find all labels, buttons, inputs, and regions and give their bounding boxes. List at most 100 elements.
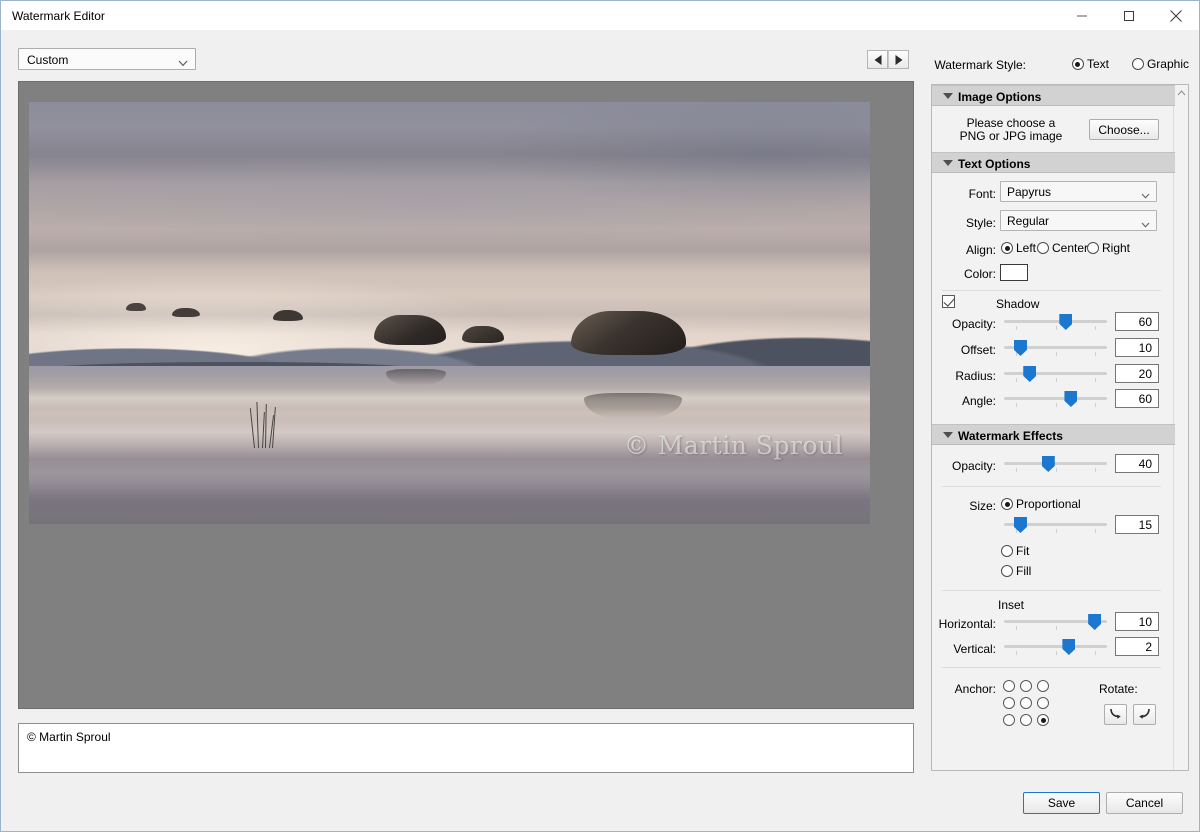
shadow-angle-value[interactable]: 60 [1115, 389, 1159, 408]
effects-opacity-slider[interactable] [1004, 455, 1107, 473]
radio-label: Right [1102, 241, 1131, 255]
anchor-middle-left[interactable] [1003, 697, 1015, 709]
divider [942, 667, 1161, 668]
radio-label: Proportional [1016, 497, 1081, 511]
shadow-radius-slider[interactable] [1004, 365, 1107, 383]
anchor-middle-right[interactable] [1037, 697, 1049, 709]
shadow-opacity-slider[interactable] [1004, 313, 1107, 331]
radio-indicator [1037, 242, 1049, 254]
divider [942, 486, 1161, 487]
section-header-watermark-effects[interactable]: Watermark Effects [932, 424, 1175, 445]
anchor-middle-center[interactable] [1020, 697, 1032, 709]
minimize-button[interactable] [1059, 1, 1105, 30]
font-label: Font: [968, 187, 996, 201]
save-button[interactable]: Save [1023, 792, 1100, 814]
caret-down-icon [943, 160, 953, 166]
scroll-up-arrow-icon[interactable] [1174, 85, 1189, 100]
previous-image-button[interactable] [867, 50, 888, 69]
watermark-text-input[interactable]: © Martin Sproul [18, 723, 914, 773]
radio-watermark-style-text[interactable]: Text [1071, 57, 1109, 71]
font-dropdown[interactable]: Papyrus [1000, 181, 1157, 202]
anchor-label: Anchor: [954, 682, 996, 696]
caret-down-icon [943, 432, 953, 438]
shadow-opacity-value[interactable]: 60 [1115, 312, 1159, 331]
radio-align-right[interactable]: Right [1087, 241, 1130, 255]
radio-size-fill[interactable]: Fill [1001, 564, 1031, 578]
triangle-left-icon [874, 54, 881, 65]
style-value: Regular [1007, 214, 1050, 228]
radio-label: Text [1086, 57, 1109, 71]
color-swatch[interactable] [1000, 264, 1028, 281]
photo-rock [272, 310, 303, 322]
shadow-checkbox[interactable] [942, 295, 955, 308]
photo-rock [125, 302, 146, 311]
next-image-button[interactable] [888, 50, 909, 69]
slider-ticks [1004, 378, 1107, 383]
cancel-button[interactable]: Cancel [1106, 792, 1183, 814]
photo-rock [571, 311, 687, 356]
anchor-top-left[interactable] [1003, 680, 1015, 692]
size-label: Size: [969, 499, 996, 513]
effects-opacity-value[interactable]: 40 [1115, 454, 1159, 473]
close-button[interactable] [1153, 1, 1199, 30]
size-slider[interactable] [1004, 516, 1107, 534]
radio-align-left[interactable]: Left [1001, 241, 1036, 255]
slider-ticks [1004, 651, 1107, 656]
size-value[interactable]: 15 [1115, 515, 1159, 534]
radio-size-fit[interactable]: Fit [1001, 544, 1029, 558]
choose-image-button[interactable]: Choose... [1089, 119, 1159, 140]
save-label: Save [1047, 796, 1076, 810]
shadow-offset-value[interactable]: 10 [1115, 338, 1159, 357]
anchor-grid [1003, 680, 1049, 726]
style-dropdown[interactable]: Regular [1000, 210, 1157, 231]
color-label: Color: [963, 267, 996, 281]
radio-align-center[interactable]: Center [1037, 241, 1088, 255]
section-header-text-options[interactable]: Text Options [932, 152, 1175, 173]
font-value: Papyrus [1007, 185, 1052, 199]
anchor-bottom-right[interactable] [1037, 714, 1049, 726]
inset-vertical-slider[interactable] [1004, 638, 1107, 656]
chevron-down-icon [1141, 188, 1150, 202]
inset-vertical-value[interactable]: 2 [1115, 637, 1159, 656]
rotate-right-button[interactable] [1133, 704, 1156, 725]
anchor-top-right[interactable] [1037, 680, 1049, 692]
photo-rock [171, 308, 200, 318]
slider-track [1004, 372, 1107, 375]
radio-label: Fit [1016, 544, 1030, 558]
shadow-offset-slider[interactable] [1004, 339, 1107, 357]
style-label: Style: [965, 216, 996, 230]
section-title: Text Options [958, 157, 1031, 171]
inset-horizontal-slider[interactable] [1004, 613, 1107, 631]
rotate-left-button[interactable] [1104, 704, 1127, 725]
window-title: Watermark Editor [12, 9, 105, 23]
photo-hills [29, 327, 870, 366]
watermark-style-label: Watermark Style: [934, 58, 1026, 72]
section-header-image-options[interactable]: Image Options [932, 85, 1175, 106]
slider-ticks [1004, 468, 1107, 473]
preset-dropdown[interactable]: Custom [18, 48, 196, 70]
radio-watermark-style-graphic[interactable]: Graphic [1131, 57, 1189, 71]
align-label: Align: [965, 243, 996, 257]
shadow-radius-value[interactable]: 20 [1115, 364, 1159, 383]
inset-horizontal-value[interactable]: 10 [1115, 612, 1159, 631]
anchor-top-center[interactable] [1020, 680, 1032, 692]
rotate-label: Rotate: [1099, 682, 1138, 696]
watermark-text-value: © Martin Sproul [27, 730, 111, 744]
panel-scrollbar[interactable] [1173, 85, 1188, 770]
radio-indicator [1131, 58, 1144, 70]
anchor-bottom-center[interactable] [1020, 714, 1032, 726]
shadow-angle-slider[interactable] [1004, 390, 1107, 408]
slider-track [1004, 645, 1107, 648]
image-hint-line-1: Please choose a [966, 116, 1056, 130]
preview-photo: © Martin Sproul [29, 102, 870, 524]
photo-cloud-band [29, 127, 870, 183]
slider-track [1004, 320, 1107, 323]
anchor-bottom-left[interactable] [1003, 714, 1015, 726]
rotate-left-icon [1108, 706, 1123, 723]
radio-label: Fill [1016, 564, 1032, 578]
maximize-button[interactable] [1106, 1, 1152, 30]
radio-size-proportional[interactable]: Proportional [1001, 497, 1081, 511]
chevron-down-icon [1141, 217, 1150, 231]
radio-indicator [1001, 242, 1013, 254]
choose-image-label: Choose... [1098, 122, 1150, 137]
